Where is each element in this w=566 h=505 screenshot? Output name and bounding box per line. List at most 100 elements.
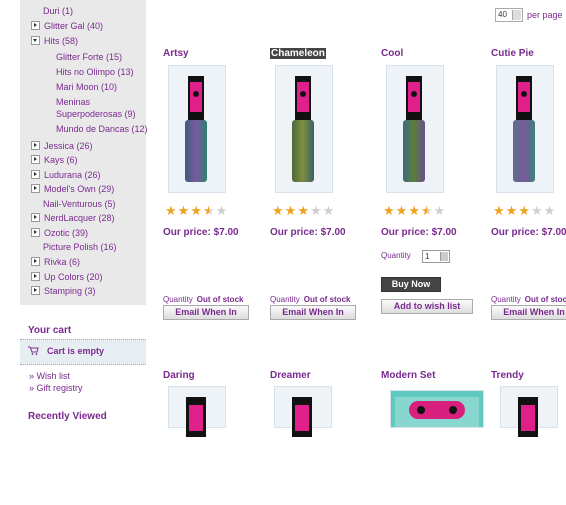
star-full-icon: ★ <box>297 203 309 218</box>
add-to-wish-list-button[interactable]: Add to wish list <box>381 299 473 314</box>
product-name-daring[interactable]: Daring <box>163 370 195 381</box>
category-nerdlacquer[interactable]: NerdLacquer (28) <box>31 213 115 224</box>
email-when-in-button[interactable]: Email When In <box>163 305 249 320</box>
subcategory-meninas[interactable]: Meninas Superpoderosas (9) <box>56 96 142 120</box>
star-empty-icon: ★ <box>309 203 322 218</box>
product-image[interactable] <box>390 390 484 428</box>
bullet-icon: » <box>29 371 37 381</box>
product-price: Our price: $7.00 <box>381 227 457 238</box>
collapse-icon[interactable] <box>31 36 40 45</box>
quantity-label: Quantity <box>270 295 300 304</box>
subcategory-glitter-forte[interactable]: Glitter Forte (15) <box>56 51 122 63</box>
star-full-icon: ★ <box>165 203 177 218</box>
email-when-in-button[interactable]: Email When In <box>491 305 566 320</box>
product-image[interactable] <box>386 65 444 193</box>
product-name[interactable]: Chameleon <box>270 48 326 59</box>
product-price: Our price: $7.00 <box>163 227 239 238</box>
buy-now-button[interactable]: Buy Now <box>381 277 441 292</box>
cart-empty-label[interactable]: Cart is empty <box>47 346 104 356</box>
wish-list-link[interactable]: » Wish list <box>29 371 70 381</box>
product-name-dreamer[interactable]: Dreamer <box>270 370 311 381</box>
nail-polish-bottle-icon <box>185 76 207 182</box>
subcategory-mari-moon[interactable]: Mari Moon (10) <box>56 81 117 93</box>
email-when-in-button[interactable]: Email When In <box>270 305 356 320</box>
expand-icon[interactable] <box>31 272 40 281</box>
star-full-icon: ★ <box>395 203 408 218</box>
recently-viewed-title: Recently Viewed <box>28 411 107 422</box>
nail-polish-bottle-icon <box>518 397 538 437</box>
rating-stars: ★ ★ ★ ★ ★ <box>165 204 227 217</box>
quantity-label: Quantity <box>381 251 411 260</box>
product-name[interactable]: Cutie Pie <box>491 48 534 59</box>
category-ozotic[interactable]: Ozotic (39) <box>31 228 88 239</box>
star-empty-icon: ★ <box>543 203 556 218</box>
subcategory-mundo-de-dancas[interactable]: Mundo de Dancas (12) <box>56 123 148 135</box>
out-of-stock-label: Out of stock <box>303 295 351 304</box>
star-full-icon: ★ <box>383 203 395 218</box>
category-rivka[interactable]: Rivka (6) <box>31 257 80 268</box>
star-full-icon: ★ <box>408 203 420 218</box>
category-picture-polish[interactable]: Picture Polish (16) <box>43 242 117 253</box>
expand-icon[interactable] <box>31 184 40 193</box>
bullet-icon: » <box>29 383 37 393</box>
category-models-own[interactable]: Model's Own (29) <box>31 184 114 195</box>
product-price: Our price: $7.00 <box>491 227 566 238</box>
expand-icon[interactable] <box>31 170 40 179</box>
nail-polish-bottle-icon <box>292 397 312 437</box>
expand-icon[interactable] <box>31 286 40 295</box>
star-empty-icon: ★ <box>322 203 335 218</box>
expand-icon[interactable] <box>31 213 40 222</box>
star-empty-icon: ★ <box>433 203 446 218</box>
product-image[interactable] <box>275 65 333 193</box>
per-page-select[interactable]: 40 <box>495 8 523 22</box>
cart-icon <box>28 346 39 355</box>
product-name-modern-set[interactable]: Modern Set <box>381 370 435 381</box>
expand-icon[interactable] <box>31 257 40 266</box>
star-half-icon: ★ <box>202 203 215 218</box>
product-name-trendy[interactable]: Trendy <box>491 370 524 381</box>
cart-title: Your cart <box>28 325 72 336</box>
per-page-label: per page <box>527 10 563 20</box>
subcategory-hits-no-olimpo[interactable]: Hits no Olimpo (13) <box>56 66 134 78</box>
expand-icon[interactable] <box>31 141 40 150</box>
star-empty-icon: ★ <box>215 203 228 218</box>
gift-registry-link[interactable]: » Gift registry <box>29 383 83 393</box>
out-of-stock-label: Out of stock <box>524 295 566 304</box>
category-hits[interactable]: Hits (58) <box>31 36 78 47</box>
category-duri[interactable]: Duri (1) <box>43 6 73 17</box>
star-empty-icon: ★ <box>530 203 543 218</box>
star-full-icon: ★ <box>190 203 202 218</box>
out-of-stock-label: Out of stock <box>196 295 244 304</box>
nail-polish-bottle-icon <box>186 397 206 437</box>
rating-stars: ★ ★ ★ ★ ★ <box>383 204 445 217</box>
category-ludurana[interactable]: Ludurana (26) <box>31 170 101 181</box>
product-image[interactable] <box>168 65 226 193</box>
per-page-control: 40 per page <box>495 8 563 22</box>
product-price: Our price: $7.00 <box>270 227 346 238</box>
nail-polish-bottle-icon <box>403 76 425 182</box>
star-full-icon: ★ <box>272 203 284 218</box>
nail-polish-bottle-icon <box>513 76 535 182</box>
nail-polish-bottle-icon <box>292 76 314 182</box>
expand-icon[interactable] <box>31 155 40 164</box>
quantity-select[interactable]: 1 <box>422 250 450 263</box>
category-stamping[interactable]: Stamping (3) <box>31 286 96 297</box>
category-nail-venturous[interactable]: Nail-Venturous (5) <box>43 199 116 210</box>
category-jessica[interactable]: Jessica (26) <box>31 141 93 152</box>
category-kays[interactable]: Kays (6) <box>31 155 78 166</box>
category-glitter-gal[interactable]: Glitter Gal (40) <box>31 21 103 32</box>
quantity-stock-status: QuantityOut of stock <box>270 295 350 304</box>
product-image[interactable] <box>496 65 554 193</box>
category-up-colors[interactable]: Up Colors (20) <box>31 272 103 283</box>
rating-stars: ★ ★ ★ ★ ★ <box>272 204 334 217</box>
expand-icon[interactable] <box>31 21 40 30</box>
star-full-icon: ★ <box>177 203 190 218</box>
star-full-icon: ★ <box>505 203 518 218</box>
expand-icon[interactable] <box>31 228 40 237</box>
star-full-icon: ★ <box>493 203 505 218</box>
product-name[interactable]: Cool <box>381 48 403 59</box>
product-name[interactable]: Artsy <box>163 48 189 59</box>
quantity-label: Quantity <box>491 295 521 304</box>
quantity-stock-status: QuantityOut of stock <box>163 295 243 304</box>
quantity-stock-status: QuantityOut of stock <box>491 295 566 304</box>
